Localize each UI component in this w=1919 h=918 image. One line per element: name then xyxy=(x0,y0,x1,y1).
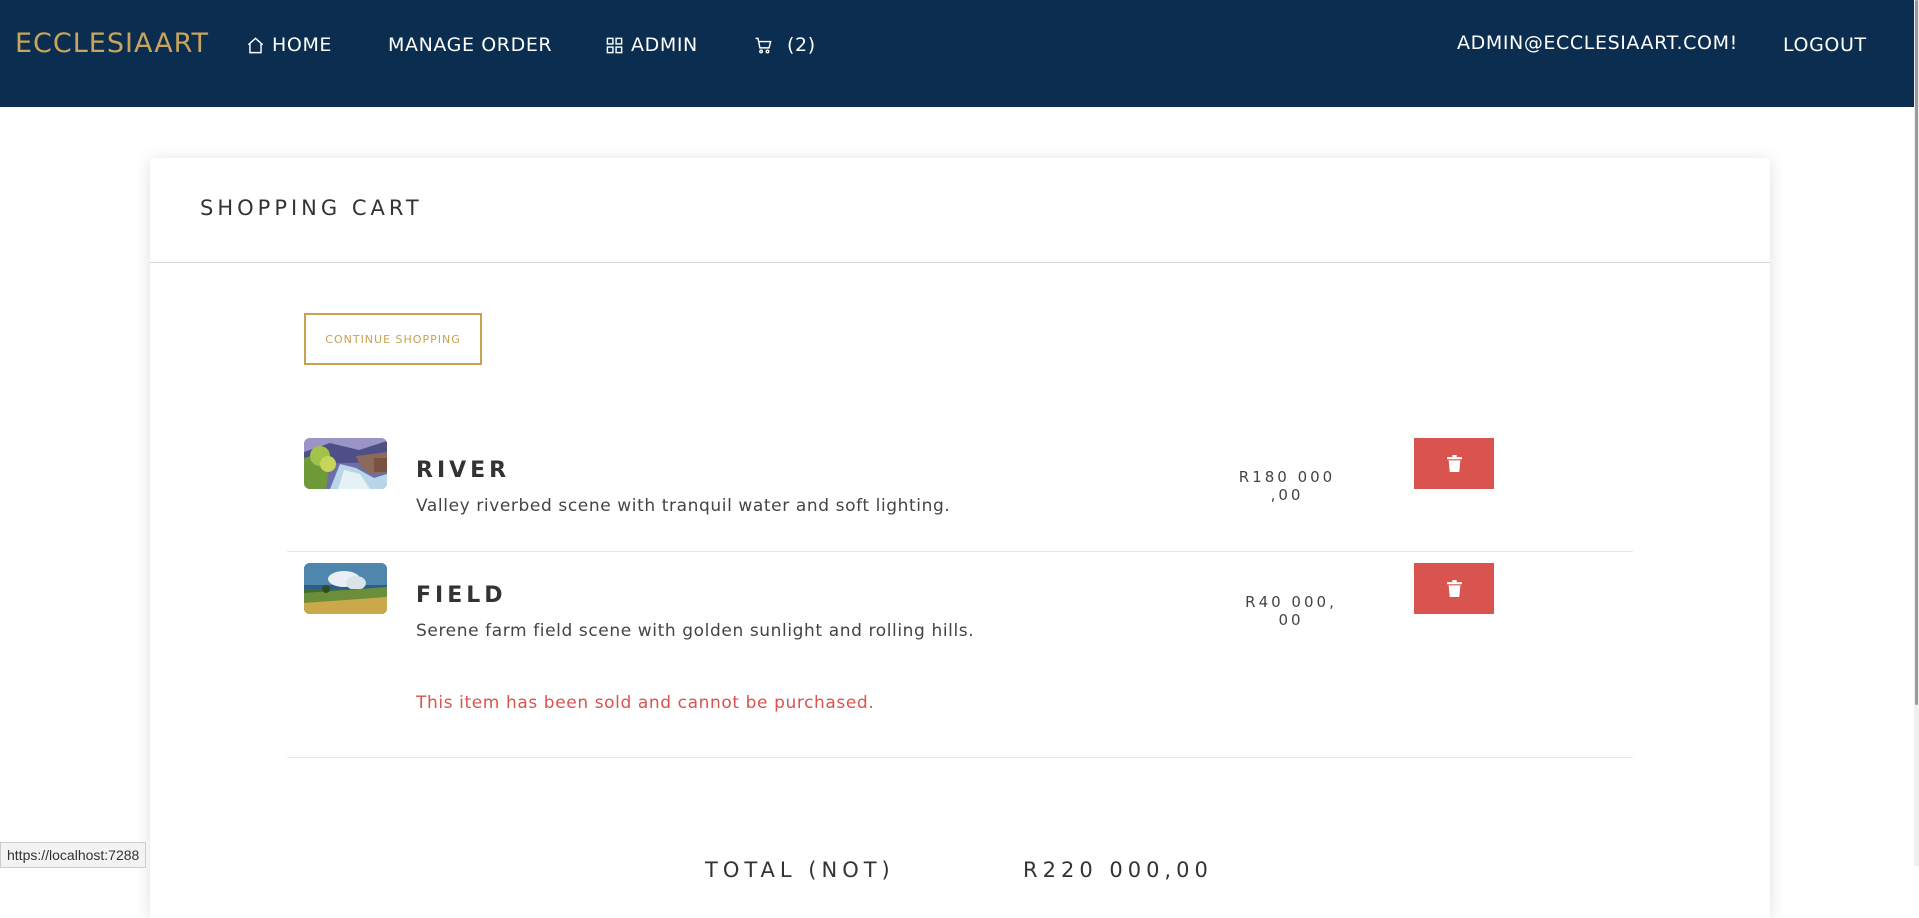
nav-manage-order-label: MANAGE ORDER xyxy=(388,34,553,56)
item-price: R40 000, 00 xyxy=(1245,593,1337,629)
river-thumbnail[interactable] xyxy=(304,438,387,489)
home-icon xyxy=(247,36,264,53)
field-thumbnail[interactable] xyxy=(304,563,387,614)
item-title: FIELD xyxy=(416,583,507,608)
logout-label: LOGOUT xyxy=(1783,34,1867,56)
remove-item-button[interactable] xyxy=(1414,438,1494,489)
item-title: RIVER xyxy=(416,458,511,483)
total-value: R220 000,00 xyxy=(1023,858,1213,882)
cart-item: FIELD Serene farm field scene with golde… xyxy=(304,563,1644,663)
remove-item-button[interactable] xyxy=(1414,563,1494,614)
brand-logo[interactable]: ECCLESIAART xyxy=(15,28,209,59)
nav-manage-order[interactable]: MANAGE ORDER xyxy=(388,34,552,56)
divider xyxy=(287,551,1633,552)
trash-icon xyxy=(1446,455,1462,472)
card-header: SHOPPING CART xyxy=(150,158,1770,263)
nav-home-label: HOME xyxy=(272,34,333,56)
user-email-link[interactable]: ADMIN@ECCLESIAART.COM! xyxy=(1457,32,1738,54)
nav-home[interactable]: HOME xyxy=(246,34,332,56)
trash-icon xyxy=(1446,580,1462,597)
continue-shopping-button[interactable]: CONTINUE SHOPPING xyxy=(304,313,482,365)
item-price: R180 000 ,00 xyxy=(1238,468,1336,504)
navbar: ECCLESIAART HOME MANAGE ORDER ADMIN (2) … xyxy=(0,0,1919,107)
field-painting-image xyxy=(304,563,387,614)
logout-link[interactable]: LOGOUT xyxy=(1783,34,1867,56)
total-label: TOTAL (NOT) xyxy=(705,858,895,882)
river-painting-image xyxy=(304,438,387,489)
item-description: Serene farm field scene with golden sunl… xyxy=(416,621,975,641)
nav-admin-label: ADMIN xyxy=(631,34,698,56)
page-title: SHOPPING CART xyxy=(200,196,423,220)
page-scrollbar[interactable] xyxy=(1914,0,1919,866)
cart-icon xyxy=(755,37,772,53)
divider xyxy=(287,757,1633,758)
nav-cart[interactable]: (2) xyxy=(754,34,816,56)
scrollbar-thumb[interactable] xyxy=(1915,0,1918,705)
nav-admin[interactable]: ADMIN xyxy=(605,34,698,56)
shopping-cart-card: SHOPPING CART CONTINUE SHOPPING RIVER Va… xyxy=(150,158,1770,918)
browser-status-url: https://localhost:7288 xyxy=(0,842,147,868)
sold-status-message: This item has been sold and cannot be pu… xyxy=(416,693,875,713)
user-email: ADMIN@ECCLESIAART.COM! xyxy=(1457,32,1738,54)
cart-item: RIVER Valley riverbed scene with tranqui… xyxy=(304,438,1644,538)
grid-icon xyxy=(606,37,623,53)
item-description: Valley riverbed scene with tranquil wate… xyxy=(416,496,951,516)
cart-count: (2) xyxy=(787,34,816,56)
